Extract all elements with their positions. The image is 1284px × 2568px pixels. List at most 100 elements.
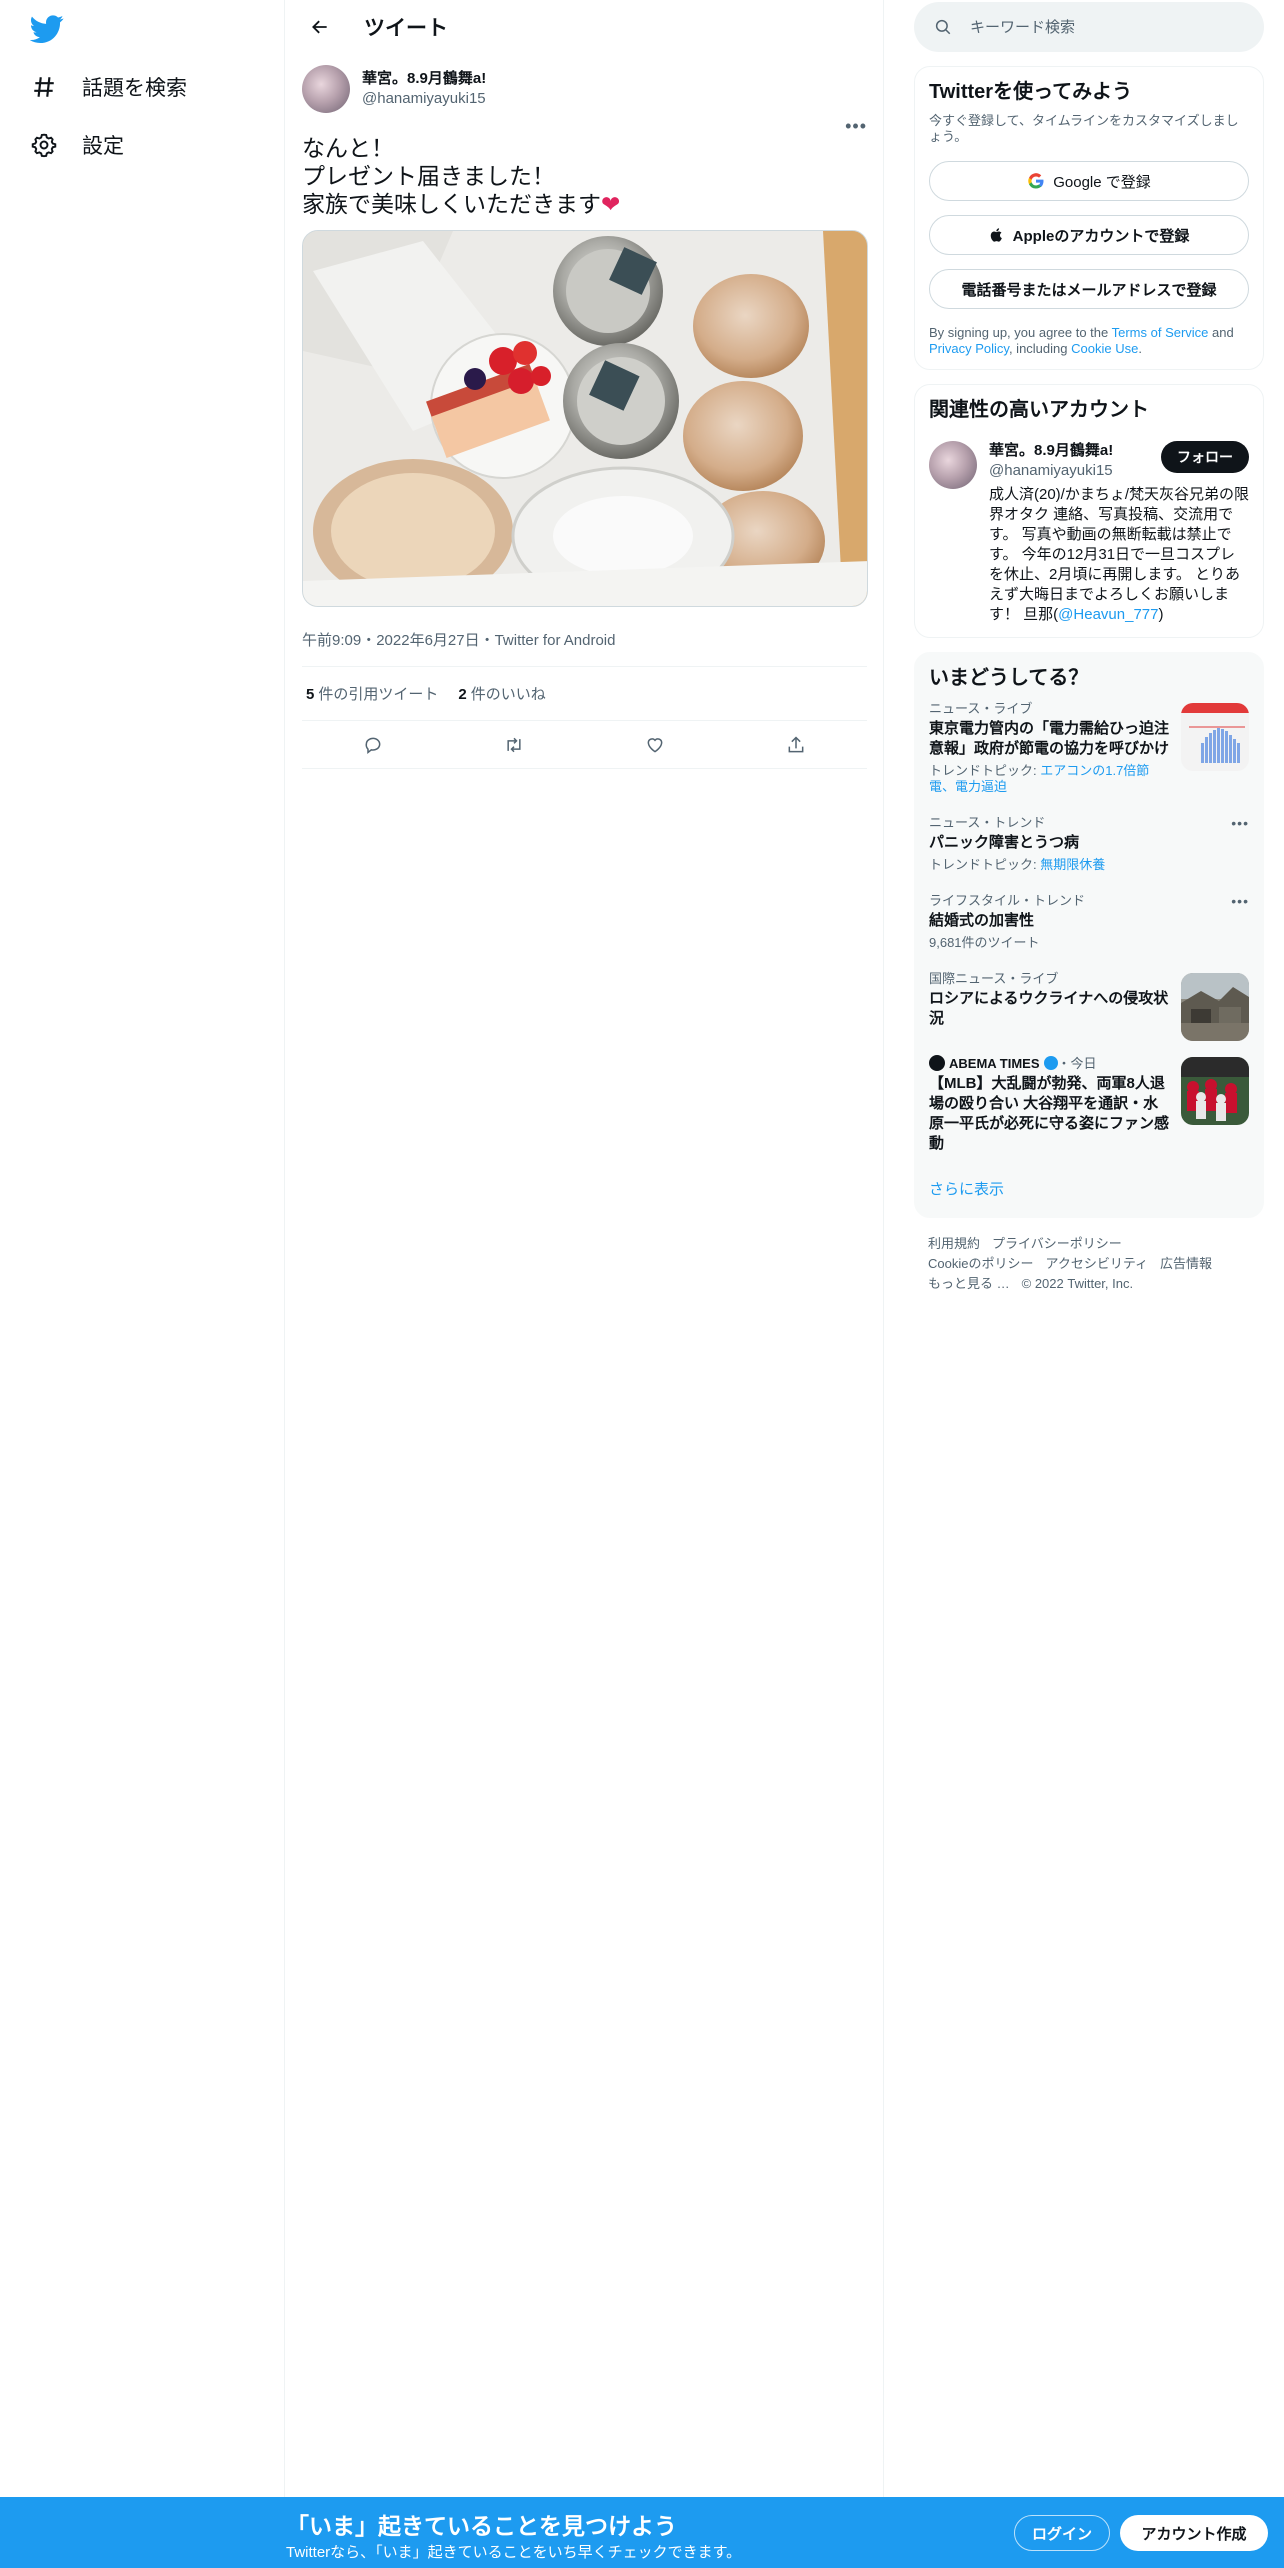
twitter-logo-icon[interactable]	[29, 12, 66, 48]
author-handle[interactable]: @hanamiyayuki15	[362, 89, 486, 109]
arrow-left-icon	[312, 20, 327, 34]
trend-title: 東京電力管内の「電力需給ひっ迫注意報」政府が節電の協力を呼びかけ	[929, 720, 1170, 757]
nav-explore[interactable]: 話題を検索	[30, 67, 187, 107]
main-column: ツイート 華宮。8.9月鶴舞a! @hanamiyayuki15 ••• なんと…	[286, 0, 884, 2497]
footer-more-link[interactable]: もっと見る …	[928, 1276, 1010, 1291]
likes-stat[interactable]: 2 件のいいね	[458, 683, 545, 704]
tweet-line-1: なんと！	[302, 135, 394, 161]
nav-settings[interactable]: 設定	[30, 125, 124, 165]
footer-ads-link[interactable]: 広告情報	[1160, 1256, 1212, 1271]
trend-sub-prefix: トレンドトピック:	[929, 763, 1041, 778]
bio-mention-link[interactable]: @Heavun_777	[1058, 606, 1158, 623]
quote-tweets-stat[interactable]: 5 件の引用ツイート	[306, 683, 438, 704]
back-button[interactable]	[300, 7, 340, 47]
trend-context: 国際ニュース・ライブ	[929, 971, 1059, 986]
footer-copyright: © 2022 Twitter, Inc.	[1021, 1276, 1134, 1291]
trend-item[interactable]: ニュース・ライブ 東京電力管内の「電力需給ひっ迫注意報」政府が節電の協力を呼びか…	[929, 691, 1249, 805]
banner-headline: 「いま」起きていることを見つけよう	[286, 2513, 677, 2539]
footer-privacy-link[interactable]: プライバシーポリシー	[992, 1236, 1122, 1251]
tweet-author[interactable]: 華宮。8.9月鶴舞a! @hanamiyayuki15	[302, 64, 867, 114]
trend-title: ロシアによるウクライナへの侵攻状況	[929, 990, 1169, 1027]
more-options-icon[interactable]: •••	[1231, 893, 1249, 909]
reply-icon	[365, 737, 381, 754]
avatar[interactable]	[929, 441, 977, 489]
bio-text: 成人済(20)/かまちょ/梵天灰谷兄弟の限界オタク 連絡、写真投稿、交流用です。…	[989, 486, 1250, 623]
share-button[interactable]	[777, 726, 815, 764]
heart-icon	[647, 737, 663, 753]
legal-prefix: By signing up, you agree to the	[929, 325, 1112, 340]
login-button[interactable]: ログイン	[1014, 2515, 1110, 2551]
tweet-timestamp[interactable]: 午前9:09・2022年6月27日・Twitter for Android	[302, 629, 867, 667]
trend-thumbnail[interactable]	[1181, 703, 1249, 771]
signup-card-title: Twitterを使ってみよう	[929, 81, 1133, 103]
tweet-actions	[302, 721, 867, 769]
retweet-icon	[507, 737, 521, 752]
trend-thumbnail[interactable]	[1181, 1057, 1249, 1125]
legal-period: .	[1138, 341, 1142, 356]
bio-end: )	[1158, 606, 1164, 623]
create-account-button[interactable]: アカウント作成	[1120, 2515, 1268, 2551]
trend-title: 【MLB】大乱闘が勃発、両軍8人退場の殴り合い 大谷翔平を通訳・水原一平氏が必死…	[929, 1075, 1170, 1152]
related-account-bio: 成人済(20)/かまちょ/梵天灰谷兄弟の限界オタク 連絡、写真投稿、交流用です。…	[989, 485, 1249, 625]
left-navigation: 話題を検索 設定	[0, 0, 285, 2497]
footer-terms-link[interactable]: 利用規約	[928, 1236, 980, 1251]
more-options-icon[interactable]: •••	[1231, 815, 1249, 831]
search-bar[interactable]	[914, 2, 1264, 52]
mlb-brawl-image	[1181, 1057, 1249, 1125]
more-options-icon[interactable]: •••	[845, 116, 867, 137]
like-button[interactable]	[636, 726, 674, 764]
related-accounts-title: 関連性の高いアカウント	[929, 399, 1149, 421]
tweet-line-3: 家族で美味しくいただきます	[302, 191, 601, 217]
phone-email-signup-label: 電話番号またはメールアドレスで登録	[961, 281, 1217, 299]
trend-title: パニック障害とうつ病	[929, 834, 1080, 851]
food-box-photo	[303, 231, 867, 606]
tweet-line-2: プレゼント届きました！	[302, 163, 555, 189]
like-label: 件のいいね	[470, 686, 546, 703]
trend-source-name: ABEMA TIMES	[949, 1056, 1040, 1071]
author-display-name[interactable]: 華宮。8.9月鶴舞a!	[362, 69, 486, 89]
trend-context: ライフスタイル・トレンド	[929, 893, 1086, 908]
hashtag-icon	[30, 73, 58, 101]
trend-context: ニュース・トレンド	[929, 815, 1046, 830]
footer-accessibility-link[interactable]: アクセシビリティ	[1045, 1256, 1148, 1271]
trend-item[interactable]: ライフスタイル・トレンド 結婚式の加害性 9,681件のツイート •••	[929, 883, 1249, 961]
footer-cookie-link[interactable]: Cookieのポリシー	[928, 1256, 1033, 1271]
trend-topic-link[interactable]: 無期限休養	[1040, 857, 1105, 872]
trend-thumbnail[interactable]	[1181, 973, 1249, 1041]
right-sidebar: Twitterを使ってみよう 今すぐ登録して、タイムラインをカスタマイズしましょ…	[914, 0, 1264, 1310]
signup-banner: 「いま」起きていることを見つけよう Twitterなら、「いま」起きていることを…	[0, 2497, 1284, 2568]
search-input[interactable]	[970, 18, 1230, 36]
follow-button[interactable]: フォロー	[1161, 441, 1249, 473]
signup-card-subtitle: 今すぐ登録して、タイムラインをカスタマイズしましょう。	[929, 113, 1239, 144]
terms-link[interactable]: Terms of Service	[1112, 325, 1209, 340]
like-count: 2	[458, 686, 467, 703]
header: ツイート	[286, 0, 883, 54]
trend-sub-prefix: トレンドトピック:	[929, 857, 1041, 872]
trends-card: いまどうしてる？ ニュース・ライブ 東京電力管内の「電力需給ひっ迫注意報」政府が…	[914, 652, 1264, 1218]
google-signup-label: Google で登録	[1053, 173, 1151, 191]
show-more-link[interactable]: さらに表示	[929, 1164, 1249, 1205]
trend-subtitle: トレンドトピック: エアコンの1.7倍節電、電力逼迫	[929, 763, 1169, 795]
trend-tweet-count: 9,681件のツイート	[929, 935, 1040, 950]
banner-subtext: Twitterなら、「いま」起きていることをいち早くチェックできます。	[286, 2544, 742, 2561]
privacy-link[interactable]: Privacy Policy	[929, 341, 1009, 356]
trend-item[interactable]: 国際ニュース・ライブ ロシアによるウクライナへの侵攻状況	[929, 961, 1249, 1045]
avatar[interactable]	[302, 65, 350, 113]
legal-and: and	[1208, 325, 1234, 340]
tweet-photo[interactable]	[302, 230, 868, 607]
google-signup-button[interactable]: Google で登録	[929, 161, 1249, 201]
apple-signup-button[interactable]: Appleのアカウントで登録	[929, 215, 1249, 255]
tweet-text: なんと！ プレゼント届きました！ 家族で美味しくいただきます❤	[302, 134, 867, 218]
heart-emoji-icon: ❤	[601, 191, 621, 217]
trend-time: ・今日	[1057, 1056, 1097, 1071]
tweet: 華宮。8.9月鶴舞a! @hanamiyayuki15 ••• なんと！ プレゼ…	[286, 54, 883, 769]
apple-signup-label: Appleのアカウントで登録	[1012, 227, 1190, 245]
verified-badge-icon	[1043, 1056, 1058, 1070]
reply-button[interactable]	[354, 726, 392, 764]
related-account[interactable]: 華宮。8.9月鶴舞a! @hanamiyayuki15 成人済(20)/かまちょ…	[929, 441, 1249, 625]
trend-item[interactable]: ニュース・トレンド パニック障害とうつ病 トレンドトピック: 無期限休養 •••	[929, 805, 1249, 883]
phone-email-signup-button[interactable]: 電話番号またはメールアドレスで登録	[929, 269, 1249, 309]
trend-item[interactable]: ABEMA TIMES ・今日 【MLB】大乱闘が勃発、両軍8人退場の殴り合い 大…	[929, 1045, 1249, 1164]
retweet-button[interactable]	[495, 726, 533, 764]
cookie-link[interactable]: Cookie Use	[1071, 341, 1138, 356]
